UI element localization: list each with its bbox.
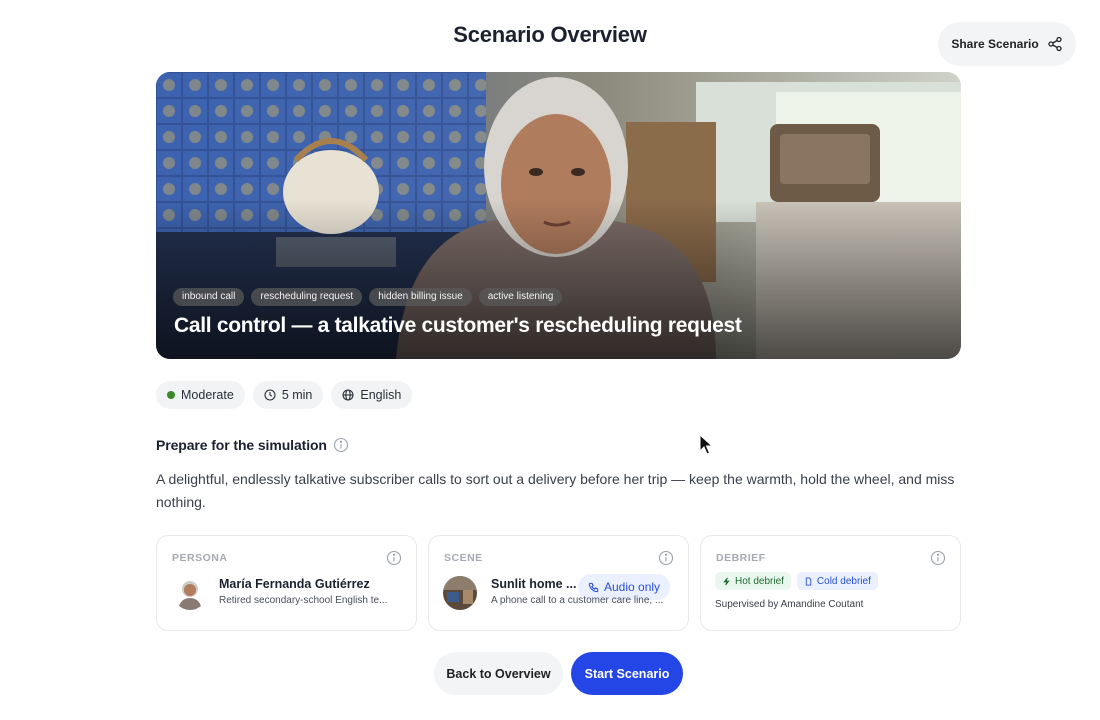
persona-name: María Fernanda Gutiérrez xyxy=(219,577,370,591)
persona-info-icon[interactable] xyxy=(386,550,402,566)
audio-only-label: Audio only xyxy=(604,580,661,594)
duration-label: 5 min xyxy=(281,388,313,402)
language-chip: English xyxy=(331,381,413,409)
info-icon[interactable] xyxy=(333,437,349,453)
duration-chip: 5 min xyxy=(252,381,324,409)
clock-icon xyxy=(264,389,276,401)
persona-avatar xyxy=(173,576,207,610)
scenario-meta: Moderate 5 min English xyxy=(156,381,413,409)
start-scenario-button[interactable]: Start Scenario xyxy=(571,652,683,695)
language-label: English xyxy=(360,388,402,402)
tag-inbound-call: inbound call xyxy=(173,288,245,306)
debrief-supervisor: Supervised by Amandine Coutant xyxy=(715,599,864,610)
debrief-card[interactable]: DEBRIEF Hot debrief Cold debrief Supervi… xyxy=(700,535,961,631)
tag-active-listening: active listening xyxy=(478,288,563,306)
page-title: Scenario Overview xyxy=(453,22,647,47)
share-scenario-button[interactable]: Share Scenario xyxy=(938,22,1076,66)
persona-description: Retired secondary-school English te... xyxy=(219,595,388,606)
phone-icon xyxy=(588,582,599,592)
prepare-heading: Prepare for the simulation xyxy=(156,437,327,453)
scenario-tags: inbound call rescheduling request hidden… xyxy=(173,288,563,306)
difficulty-dot-icon xyxy=(167,391,175,399)
difficulty-label: Moderate xyxy=(181,388,234,402)
scene-description: A phone call to a customer care line, ..… xyxy=(491,595,664,606)
share-label: Share Scenario xyxy=(951,37,1039,51)
scene-info-icon[interactable] xyxy=(658,550,674,566)
mouse-cursor-icon xyxy=(699,434,713,455)
tag-rescheduling-request: rescheduling request xyxy=(251,288,363,306)
share-icon xyxy=(1048,36,1062,52)
debrief-card-label: DEBRIEF xyxy=(716,552,766,564)
hot-debrief-badge: Hot debrief xyxy=(715,572,791,590)
scene-thumbnail xyxy=(443,576,477,610)
scenario-hero: inbound call rescheduling request hidden… xyxy=(156,72,961,359)
difficulty-chip: Moderate xyxy=(156,381,245,409)
cold-debrief-badge: Cold debrief xyxy=(796,572,878,590)
persona-card-label: PERSONA xyxy=(172,552,228,564)
scene-card[interactable]: SCENE Sunlit home ... Audio only A phone… xyxy=(428,535,689,631)
scenario-title: Call control — a talkative customer's re… xyxy=(174,314,742,337)
globe-icon xyxy=(342,389,354,401)
lightning-icon xyxy=(723,577,730,585)
back-to-overview-button[interactable]: Back to Overview xyxy=(434,652,563,695)
debrief-types: Hot debrief Cold debrief xyxy=(715,572,878,590)
persona-card[interactable]: PERSONA María Fernanda Gutiérrez Retired… xyxy=(156,535,417,631)
scenario-description: A delightful, endlessly talkative subscr… xyxy=(156,471,955,510)
document-icon xyxy=(805,576,812,586)
hot-debrief-label: Hot debrief xyxy=(735,575,784,587)
tag-hidden-billing-issue: hidden billing issue xyxy=(369,288,472,306)
debrief-info-icon[interactable] xyxy=(930,550,946,566)
cold-debrief-label: Cold debrief xyxy=(816,575,871,587)
scene-name: Sunlit home ... xyxy=(491,577,577,591)
scene-card-label: SCENE xyxy=(444,552,483,564)
